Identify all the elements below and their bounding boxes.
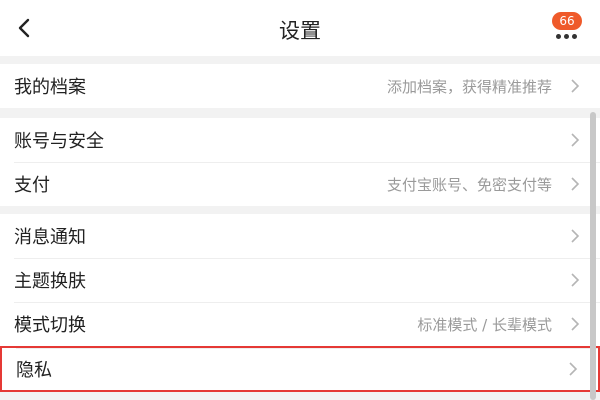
settings-row-notifications[interactable]: 消息通知 <box>0 214 600 258</box>
chevron-right-icon <box>570 302 580 346</box>
row-label: 账号与安全 <box>14 131 104 152</box>
row-hint: 添加档案，获得精准推荐 <box>386 77 552 96</box>
settings-group-account: 账号与安全 支付 支付宝账号、免密支付等 <box>0 118 600 206</box>
settings-group-profile: 我的档案 添加档案，获得精准推荐 <box>0 64 600 108</box>
chevron-right-icon <box>570 214 580 258</box>
notification-badge: 66 <box>552 12 582 30</box>
settings-row-theme[interactable]: 主题换肤 <box>0 258 600 302</box>
row-label: 支付 <box>14 175 50 196</box>
chevron-right-icon <box>568 348 578 390</box>
scrollbar[interactable] <box>590 112 596 400</box>
row-label: 隐私 <box>16 360 52 381</box>
settings-row-profile[interactable]: 我的档案 添加档案，获得精准推荐 <box>0 64 600 108</box>
row-label: 消息通知 <box>14 227 86 248</box>
top-bar: 设置 66 <box>0 0 600 56</box>
chevron-right-icon <box>570 64 580 108</box>
more-button[interactable]: 66 <box>546 8 594 50</box>
chevron-right-icon <box>570 118 580 162</box>
settings-group-general: 消息通知 主题换肤 模式切换 标准模式 / 长辈模式 隐私 <box>0 214 600 392</box>
settings-row-payment[interactable]: 支付 支付宝账号、免密支付等 <box>0 162 600 206</box>
chevron-right-icon <box>570 162 580 206</box>
settings-row-privacy[interactable]: 隐私 <box>0 346 600 392</box>
more-dots-icon <box>556 34 577 39</box>
row-label: 模式切换 <box>14 315 86 336</box>
page-title: 设置 <box>279 19 321 43</box>
row-label: 主题换肤 <box>14 271 86 292</box>
row-hint: 标准模式 / 长辈模式 <box>417 315 552 334</box>
row-label: 我的档案 <box>14 77 86 98</box>
chevron-right-icon <box>570 258 580 302</box>
settings-row-account-security[interactable]: 账号与安全 <box>0 118 600 162</box>
row-hint: 支付宝账号、免密支付等 <box>386 175 552 194</box>
settings-row-mode-switch[interactable]: 模式切换 标准模式 / 长辈模式 <box>0 302 600 346</box>
